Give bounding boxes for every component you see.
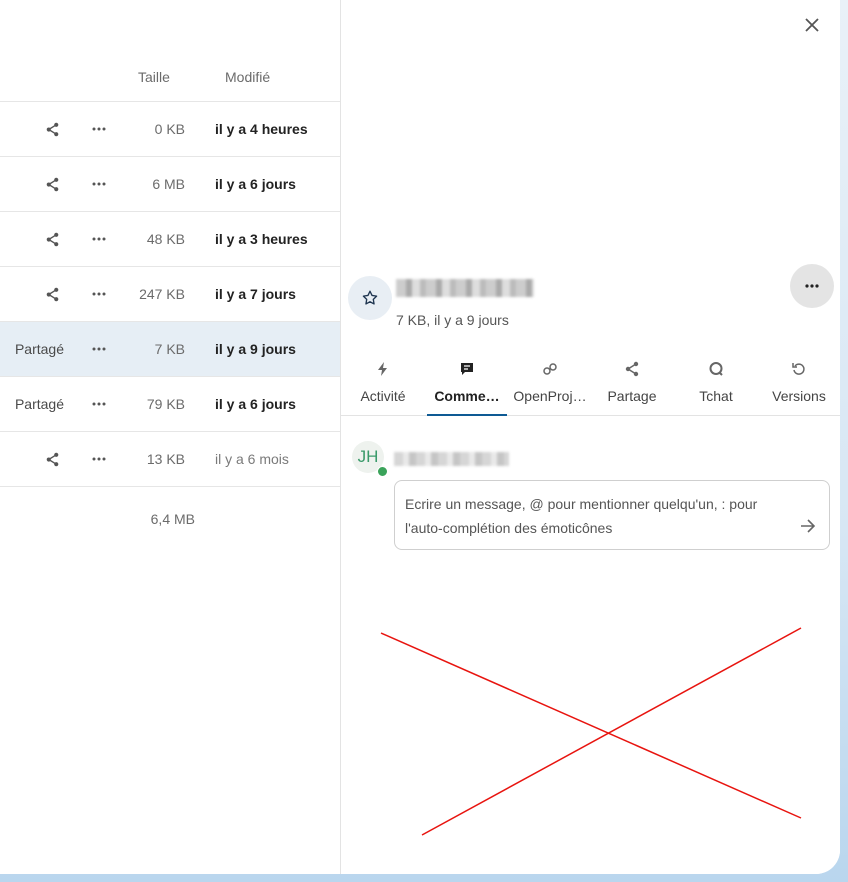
more-actions-icon[interactable] bbox=[89, 267, 109, 321]
table-row[interactable]: 247 KB il y a 7 jours bbox=[0, 267, 340, 322]
column-size[interactable]: Taille bbox=[138, 69, 170, 85]
table-row[interactable]: 6 MB il y a 6 jours bbox=[0, 157, 340, 212]
file-size: 13 KB bbox=[146, 451, 185, 467]
more-actions-icon[interactable] bbox=[89, 322, 109, 376]
table-row[interactable]: Partagé 79 KB il y a 6 jours bbox=[0, 377, 340, 432]
file-list-header: Taille Modifié bbox=[0, 0, 340, 102]
app-window: Taille Modifié 0 KB il y a 4 heures 6 MB il… bbox=[0, 0, 840, 874]
column-modified[interactable]: Modifié bbox=[225, 69, 270, 85]
share-icon[interactable] bbox=[42, 102, 62, 156]
table-row[interactable]: 48 KB il y a 3 heures bbox=[0, 212, 340, 267]
file-modified: il y a 3 heures bbox=[215, 231, 308, 247]
file-modified: il y a 6 mois bbox=[215, 451, 289, 467]
file-size: 0 KB bbox=[154, 121, 185, 137]
more-actions-icon[interactable] bbox=[89, 102, 109, 156]
file-modified: il y a 6 jours bbox=[215, 176, 296, 192]
more-actions-icon[interactable] bbox=[89, 157, 109, 211]
file-size: 79 KB bbox=[146, 396, 185, 412]
shared-status[interactable]: Partagé bbox=[0, 377, 64, 431]
more-actions-icon[interactable] bbox=[89, 432, 109, 486]
red-cross-annotation bbox=[380, 627, 802, 836]
share-icon[interactable] bbox=[42, 432, 62, 486]
share-icon[interactable] bbox=[42, 212, 62, 266]
file-list: Taille Modifié 0 KB il y a 4 heures 6 MB il… bbox=[0, 0, 340, 874]
file-size: 6 MB bbox=[152, 176, 185, 192]
file-modified: il y a 4 heures bbox=[215, 121, 308, 137]
share-icon[interactable] bbox=[42, 157, 62, 211]
file-size: 247 KB bbox=[139, 286, 185, 302]
more-actions-icon[interactable] bbox=[89, 377, 109, 431]
file-modified: il y a 7 jours bbox=[215, 286, 296, 302]
share-icon[interactable] bbox=[42, 267, 62, 321]
shared-status[interactable]: Partagé bbox=[0, 322, 64, 376]
more-actions-icon[interactable] bbox=[89, 212, 109, 266]
file-modified: il y a 9 jours bbox=[215, 341, 296, 357]
table-row[interactable]: 13 KB il y a 6 mois bbox=[0, 432, 340, 487]
details-sidebar: 7 KB, il y a 9 jours Activité Comme… Ope… bbox=[340, 0, 840, 874]
table-row[interactable]: 0 KB il y a 4 heures bbox=[0, 102, 340, 157]
file-size: 7 KB bbox=[154, 341, 185, 357]
total-size: 6,4 MB bbox=[150, 511, 195, 527]
file-modified: il y a 6 jours bbox=[215, 396, 296, 412]
file-size: 48 KB bbox=[146, 231, 185, 247]
table-row[interactable]: Partagé 7 KB il y a 9 jours bbox=[0, 322, 340, 377]
